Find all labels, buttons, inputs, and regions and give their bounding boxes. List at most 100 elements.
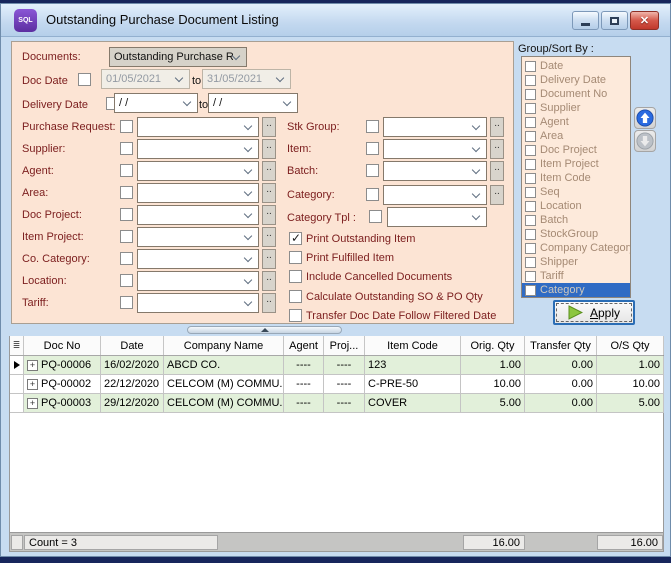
group-sort-item[interactable]: Location [522, 199, 630, 213]
group-sort-checkbox[interactable] [525, 215, 536, 226]
delivery-date-from-field[interactable]: / / [114, 93, 198, 113]
filter-select[interactable] [137, 139, 259, 159]
close-button[interactable]: ✕ [630, 11, 659, 30]
filter-checkbox[interactable] [120, 142, 133, 155]
filter-checkbox[interactable] [120, 230, 133, 243]
expand-icon[interactable]: + [27, 360, 38, 371]
filter-checkbox[interactable] [120, 274, 133, 287]
lookup-button[interactable]: .. [262, 183, 276, 203]
filter-select[interactable] [137, 183, 259, 203]
filter-select[interactable] [137, 249, 259, 269]
table-row[interactable]: +PQ-0000222/12/2020CELCOM (M) COMMU...--… [10, 375, 663, 394]
filter-checkbox[interactable] [120, 208, 133, 221]
lookup-button[interactable]: .. [490, 117, 504, 137]
filter-select[interactable] [137, 293, 259, 313]
apply-button[interactable]: Apply [553, 300, 635, 325]
group-sort-checkbox[interactable] [525, 131, 536, 142]
column-header-transfer_qty[interactable]: Transfer Qty [525, 336, 597, 355]
documents-select[interactable]: Outstanding Purchase Request [109, 47, 247, 67]
column-header-os_qty[interactable]: O/S Qty [597, 336, 664, 355]
option-checkbox[interactable] [289, 270, 302, 283]
doc-date-from-field[interactable]: 01/05/2021 [101, 69, 190, 89]
group-sort-item[interactable]: Item Project [522, 157, 630, 171]
filter-select[interactable] [137, 205, 259, 225]
filter-select[interactable] [137, 161, 259, 181]
group-sort-checkbox[interactable] [525, 271, 536, 282]
group-sort-item[interactable]: Doc Project [522, 143, 630, 157]
filter-checkbox[interactable] [120, 186, 133, 199]
lookup-button[interactable]: .. [262, 293, 276, 313]
filter-select[interactable] [137, 117, 259, 137]
group-sort-item[interactable]: Company Category [522, 241, 630, 255]
group-sort-checkbox[interactable] [525, 117, 536, 128]
option-checkbox[interactable] [289, 232, 302, 245]
group-sort-checkbox[interactable] [525, 173, 536, 184]
filter-checkbox[interactable] [120, 296, 133, 309]
group-sort-item[interactable]: Delivery Date [522, 73, 630, 87]
minimize-button[interactable] [572, 11, 599, 30]
group-sort-item[interactable]: Agent [522, 115, 630, 129]
filter-select[interactable] [383, 161, 487, 181]
group-sort-checkbox[interactable] [525, 75, 536, 86]
lookup-button[interactable]: .. [262, 271, 276, 291]
filter-checkbox[interactable] [120, 164, 133, 177]
column-header-doc_no[interactable]: Doc No [24, 336, 101, 355]
lookup-button[interactable]: .. [262, 227, 276, 247]
column-header-item_code[interactable]: Item Code [365, 336, 461, 355]
lookup-button[interactable]: .. [490, 185, 504, 205]
group-sort-checkbox[interactable] [525, 145, 536, 156]
column-header-date[interactable]: Date [101, 336, 164, 355]
lookup-button[interactable]: .. [262, 139, 276, 159]
column-header-agent[interactable]: Agent [284, 336, 324, 355]
filter-select[interactable] [137, 271, 259, 291]
category-tpl-checkbox[interactable] [369, 210, 382, 223]
expand-icon[interactable]: + [27, 398, 38, 409]
filter-checkbox[interactable] [366, 142, 379, 155]
option-checkbox[interactable] [289, 290, 302, 303]
filter-select[interactable] [383, 185, 487, 205]
filter-checkbox[interactable] [366, 120, 379, 133]
option-checkbox[interactable] [289, 309, 302, 322]
group-sort-item[interactable]: Batch [522, 213, 630, 227]
filter-select[interactable] [137, 227, 259, 247]
group-sort-item[interactable]: Date [522, 59, 630, 73]
group-sort-item[interactable]: Document No [522, 87, 630, 101]
lookup-button[interactable]: .. [490, 139, 504, 159]
group-sort-item[interactable]: Item Code [522, 171, 630, 185]
filter-checkbox[interactable] [120, 120, 133, 133]
lookup-button[interactable]: .. [490, 161, 504, 181]
doc-date-to-field[interactable]: 31/05/2021 [202, 69, 291, 89]
group-sort-item[interactable]: Area [522, 129, 630, 143]
expand-icon[interactable]: + [27, 379, 38, 390]
group-sort-checkbox[interactable] [525, 201, 536, 212]
category-tpl-select[interactable] [387, 207, 487, 227]
filter-select[interactable] [383, 139, 487, 159]
table-row[interactable]: +PQ-0000329/12/2020CELCOM (M) COMMU...--… [10, 394, 663, 413]
table-row[interactable]: +PQ-0000616/02/2020ABCD CO.--------1231.… [10, 356, 663, 375]
group-sort-checkbox[interactable] [525, 285, 536, 296]
title-bar[interactable]: SQL Outstanding Purchase Document Listin… [1, 4, 670, 37]
group-sort-checkbox[interactable] [525, 229, 536, 240]
group-sort-item[interactable]: Tariff [522, 269, 630, 283]
column-header-company[interactable]: Company Name [164, 336, 284, 355]
group-sort-checkbox[interactable] [525, 159, 536, 170]
group-sort-item[interactable]: StockGroup [522, 227, 630, 241]
group-sort-checkbox[interactable] [525, 187, 536, 198]
filter-checkbox[interactable] [120, 252, 133, 265]
filter-select[interactable] [383, 117, 487, 137]
doc-date-checkbox[interactable] [78, 73, 91, 86]
filter-checkbox[interactable] [366, 188, 379, 201]
group-sort-item[interactable]: Seq [522, 185, 630, 199]
group-sort-item[interactable]: Supplier [522, 101, 630, 115]
lookup-button[interactable]: .. [262, 117, 276, 137]
restore-button[interactable] [601, 11, 628, 30]
group-sort-checkbox[interactable] [525, 243, 536, 254]
group-sort-checkbox[interactable] [525, 89, 536, 100]
option-checkbox[interactable] [289, 251, 302, 264]
move-down-button[interactable] [634, 130, 656, 152]
group-sort-checkbox[interactable] [525, 103, 536, 114]
delivery-date-to-field[interactable]: / / [208, 93, 298, 113]
filter-checkbox[interactable] [366, 164, 379, 177]
column-header-proj[interactable]: Proj... [324, 336, 365, 355]
lookup-button[interactable]: .. [262, 161, 276, 181]
